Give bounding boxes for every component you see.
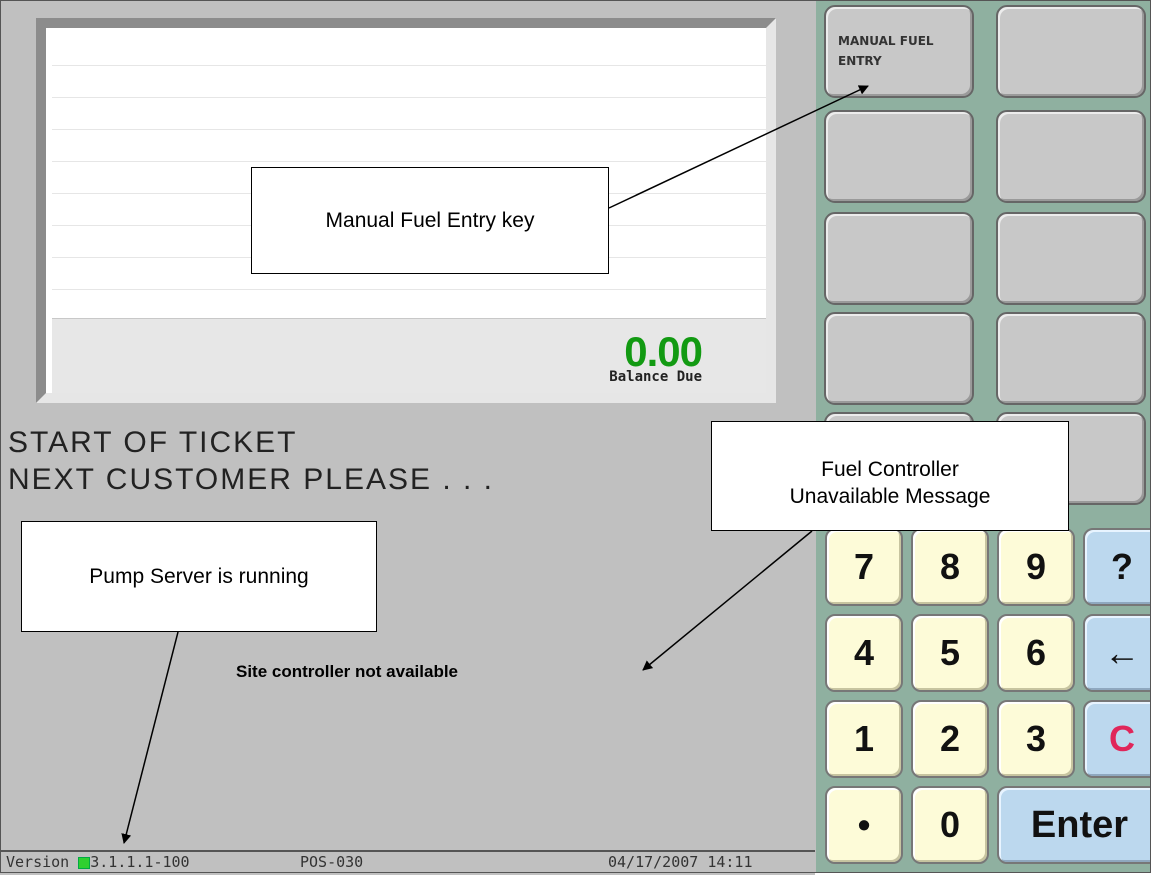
callout-manual-fuel-entry: Manual Fuel Entry key	[251, 167, 609, 274]
callout-fuel-controller: Fuel Controller Unavailable Message	[711, 421, 1069, 531]
pos-screen: 0.00 Balance Due START OF TICKET NEXT CU…	[0, 0, 1151, 875]
fuel-controller-arrow	[642, 530, 813, 671]
callout-pump-server: Pump Server is running	[21, 521, 377, 632]
manual-fuel-arrow	[608, 85, 869, 209]
callout-fuel-line-2: Unavailable Message	[789, 485, 991, 508]
pump-server-arrow	[121, 631, 179, 844]
callout-fuel-line-1: Fuel Controller	[821, 458, 959, 481]
